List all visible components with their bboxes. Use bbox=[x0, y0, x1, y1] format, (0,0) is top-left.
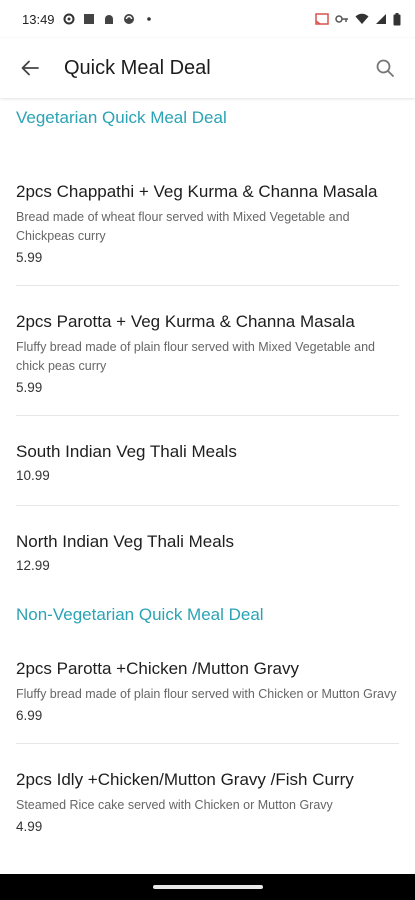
back-button[interactable] bbox=[16, 54, 44, 82]
arrow-back-icon bbox=[21, 60, 39, 76]
item-description: Bread made of wheat flour served with Mi… bbox=[16, 210, 350, 243]
menu-item[interactable]: 2pcs Chappathi + Veg Kurma & Channa Masa… bbox=[16, 156, 399, 286]
item-price: 4.99 bbox=[16, 819, 43, 834]
search-button[interactable] bbox=[371, 54, 399, 82]
sync-icon bbox=[123, 14, 134, 24]
search-icon bbox=[376, 59, 394, 77]
item-price: 6.99 bbox=[16, 708, 43, 723]
signal-icon bbox=[376, 14, 386, 24]
menu-item[interactable]: 2pcs Parotta +Chicken /Mutton Gravy Fluf… bbox=[16, 653, 399, 744]
item-description: Fluffy bread made of plain flour served … bbox=[16, 687, 397, 701]
item-price: 12.99 bbox=[16, 558, 50, 573]
section-header-non-vegetarian: Non-Vegetarian Quick Meal Deal bbox=[16, 605, 264, 624]
item-price: 5.99 bbox=[16, 380, 43, 395]
menu-list[interactable]: Vegetarian Quick Meal Deal 2pcs Chappath… bbox=[0, 98, 415, 874]
item-name: 2pcs Parotta + Veg Kurma & Channa Masala bbox=[16, 312, 355, 331]
item-description: Steamed Rice cake served with Chicken or… bbox=[16, 798, 333, 812]
menu-item[interactable]: 2pcs Parotta + Veg Kurma & Channa Masala… bbox=[16, 286, 399, 416]
menu-item[interactable]: 2pcs Idly +Chicken/Mutton Gravy /Fish Cu… bbox=[16, 744, 399, 854]
item-name: South Indian Veg Thali Meals bbox=[16, 442, 237, 461]
cast-icon bbox=[315, 13, 329, 25]
item-name: 2pcs Parotta +Chicken /Mutton Gravy bbox=[16, 659, 299, 678]
item-description: Fluffy bread made of plain flour served … bbox=[16, 340, 376, 373]
status-bar: 13:49 bbox=[0, 0, 415, 38]
wifi-icon bbox=[355, 13, 369, 24]
item-name: 2pcs Chappathi + Veg Kurma & Channa Masa… bbox=[16, 182, 378, 201]
item-name: North Indian Veg Thali Meals bbox=[16, 532, 234, 551]
app-bar: Quick Meal Deal bbox=[0, 38, 415, 98]
item-price: 10.99 bbox=[16, 468, 50, 483]
item-name: 2pcs Idly +Chicken/Mutton Gravy /Fish Cu… bbox=[16, 770, 354, 789]
status-time: 13:49 bbox=[22, 11, 55, 27]
battery-icon bbox=[393, 12, 401, 25]
settings-gear-icon bbox=[63, 13, 75, 25]
item-price: 5.99 bbox=[16, 250, 43, 265]
section-header-vegetarian: Vegetarian Quick Meal Deal bbox=[16, 108, 227, 127]
notification-dot-icon bbox=[146, 17, 151, 21]
menu-item[interactable]: 2pcs Parotta +Chicken /Mutton Gravy Nort… bbox=[16, 506, 399, 595]
system-nav-bar bbox=[0, 874, 415, 900]
square-app-icon bbox=[83, 14, 94, 24]
android-icon bbox=[104, 15, 113, 24]
page-title: Quick Meal Deal bbox=[64, 56, 211, 79]
key-icon bbox=[335, 15, 348, 23]
home-gesture-handle[interactable] bbox=[152, 885, 263, 889]
menu-item[interactable]: South Indian Veg Thali Meals 10.99 bbox=[16, 416, 399, 506]
